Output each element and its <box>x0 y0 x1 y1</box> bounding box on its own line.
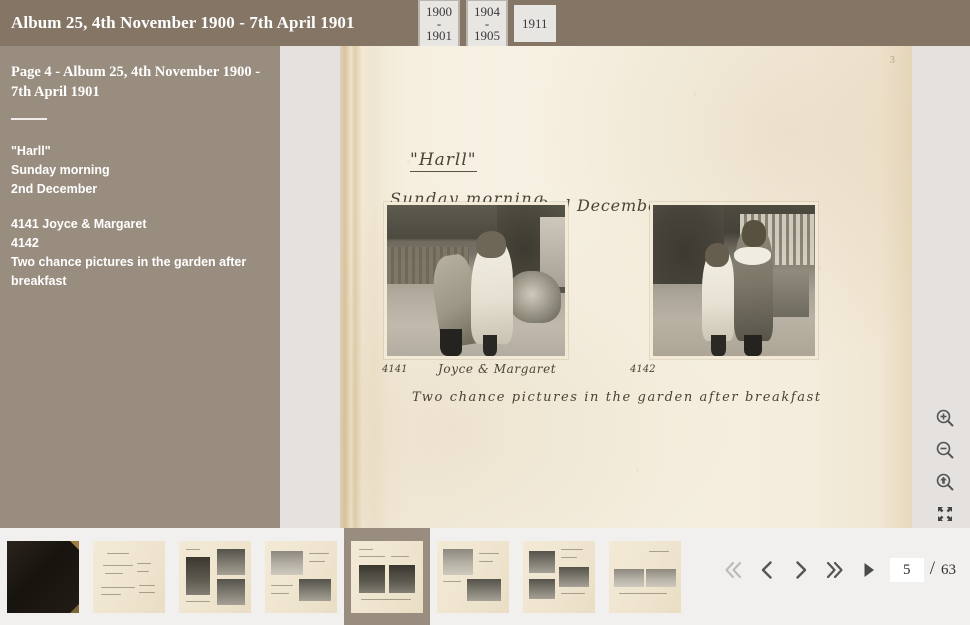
zoom-out-icon <box>935 440 955 460</box>
handwriting-caption-left: Joyce & Margaret <box>438 362 556 376</box>
sidebar-divider <box>11 118 47 120</box>
page-number-input[interactable] <box>890 558 924 582</box>
thumbnail-8-image <box>609 541 681 613</box>
figure-child-left-hair <box>705 243 729 267</box>
chevron-right-icon <box>790 559 812 581</box>
thumbnail-4-image <box>265 541 337 613</box>
zoom-reset-button[interactable] <box>930 466 960 498</box>
figure-child-right-hair <box>742 220 766 247</box>
thumbnail-4[interactable] <box>258 528 344 625</box>
metadata-sidebar: Page 4 - Album 25, 4th November 1900 - 7… <box>0 46 280 528</box>
caption-line-4142: 4142 <box>11 234 264 253</box>
album-photo-left <box>384 202 568 359</box>
bush-shape <box>508 271 561 322</box>
thumbnail-1-image <box>7 541 79 613</box>
handwriting-caption-bottom: Two chance pictures in the garden after … <box>412 390 822 405</box>
album-photo-right-inner <box>653 205 815 356</box>
app-header: Album 25, 4th November 1900 - 7th April … <box>0 0 970 46</box>
fullscreen-icon <box>936 505 954 523</box>
thumbnail-7-image <box>523 541 595 613</box>
thumbnail-2[interactable] <box>86 528 172 625</box>
tab-1904-1905[interactable]: 1904 - 1905 <box>466 0 508 48</box>
viewer-gutter <box>280 46 340 528</box>
caption-block-photos: 4141 Joyce & Margaret 4142 Two chance pi… <box>11 215 264 291</box>
caption-line-sunday: Sunday morning <box>11 161 264 180</box>
pagination-controls: / 63 <box>716 550 962 590</box>
figure-girl-right-hair <box>476 231 506 258</box>
tab-1911[interactable]: 1911 <box>514 5 556 42</box>
album-page-image[interactable]: 3 "Harll" Sunday morning 2nd December <box>340 46 912 528</box>
figure-child-left-legs <box>711 335 726 356</box>
handwriting-photo-number-left: 4141 <box>382 364 407 375</box>
figure-child-right-legs <box>744 335 762 356</box>
caption-line-4141: 4141 Joyce & Margaret <box>11 215 264 234</box>
photo-scene-right <box>653 205 815 356</box>
thumbnail-3[interactable] <box>172 528 258 625</box>
handwriting-title: "Harll" <box>410 150 477 170</box>
thumbnail-list <box>0 528 688 625</box>
double-chevron-left-icon <box>722 559 744 581</box>
sidebar-page-title: Page 4 - Album 25, 4th November 1900 - 7… <box>11 62 264 102</box>
play-icon <box>859 560 879 580</box>
thumbnail-3-image <box>179 541 251 613</box>
zoom-in-button[interactable] <box>930 402 960 434</box>
page-title: Album 25, 4th November 1900 - 7th April … <box>11 13 355 33</box>
image-viewer-app: Album 25, 4th November 1900 - 7th April … <box>0 0 970 625</box>
thumbnail-7[interactable] <box>516 528 602 625</box>
first-page-button[interactable] <box>716 553 750 587</box>
caption-line-harll: "Harll" <box>11 142 264 161</box>
thumbnail-6[interactable] <box>430 528 516 625</box>
page-separator: / <box>930 558 935 580</box>
album-date-range-tabs: 1900 - 1901 1904 - 1905 1911 <box>418 0 562 46</box>
last-page-button[interactable] <box>818 553 852 587</box>
double-chevron-right-icon <box>824 559 846 581</box>
album-photo-right <box>650 202 818 359</box>
previous-page-button[interactable] <box>750 553 784 587</box>
caption-line-garden: Two chance pictures in the garden after … <box>11 253 264 291</box>
caption-line-date: 2nd December <box>11 180 264 199</box>
caption-block-primary: "Harll" Sunday morning 2nd December <box>11 142 264 199</box>
thumbnail-2-image <box>93 541 165 613</box>
handwriting-photo-number-right: 4142 <box>630 364 655 375</box>
page-total-count: 63 <box>941 562 956 579</box>
album-page-number: 3 <box>890 54 896 66</box>
tab-1900-1901[interactable]: 1900 - 1901 <box>418 0 460 48</box>
thumbnail-5-current[interactable] <box>344 528 430 625</box>
figure-girl-left-legs <box>440 329 461 356</box>
chevron-left-icon <box>756 559 778 581</box>
thumbnail-8[interactable] <box>602 528 688 625</box>
zoom-in-icon <box>935 408 955 428</box>
zoom-out-button[interactable] <box>930 434 960 466</box>
album-photo-left-inner <box>387 205 565 356</box>
handwriting-title-underlined: "Harll" <box>410 150 477 172</box>
photo-scene-left <box>387 205 565 356</box>
play-slideshow-button[interactable] <box>852 553 886 587</box>
next-page-button[interactable] <box>784 553 818 587</box>
figure-girl-right-legs <box>483 335 497 356</box>
thumbnail-6-image <box>437 541 509 613</box>
fullscreen-button[interactable] <box>930 498 960 528</box>
zoom-controls <box>930 402 960 528</box>
image-viewer-canvas[interactable]: 3 "Harll" Sunday morning 2nd December <box>340 46 970 528</box>
thumbnail-5-image <box>351 541 423 613</box>
thumbnail-1[interactable] <box>0 528 86 625</box>
zoom-reset-icon <box>935 472 955 492</box>
